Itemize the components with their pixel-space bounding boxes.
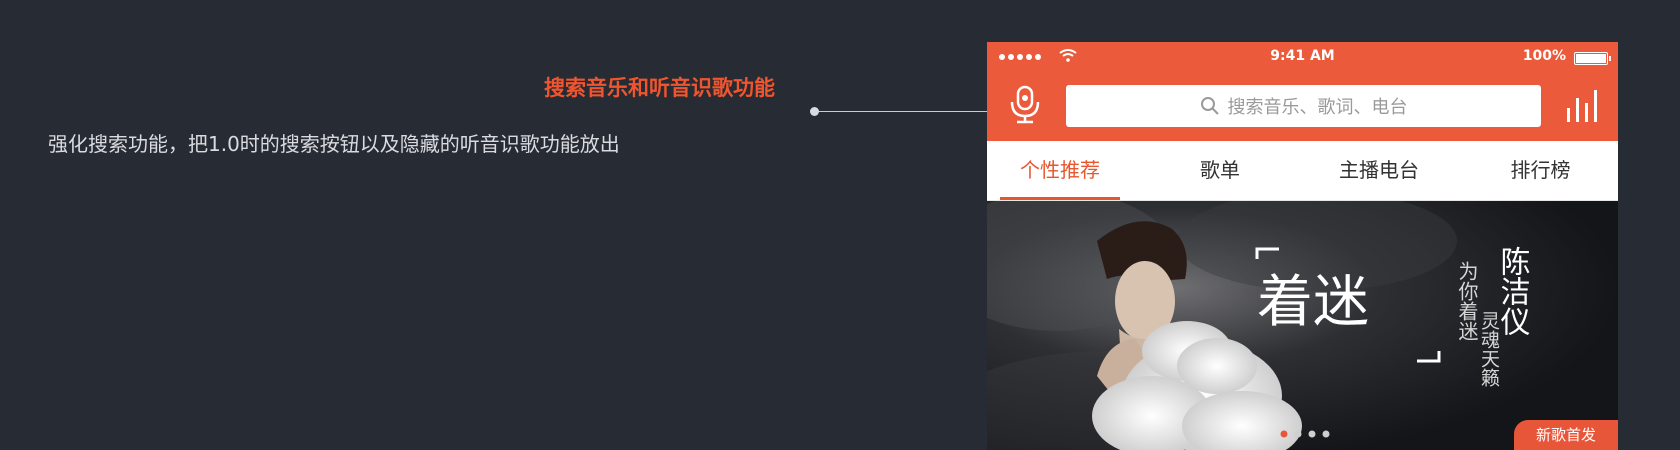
search-placeholder: 搜索音乐、歌词、电台	[1227, 97, 1408, 118]
tab-recommend[interactable]: 个性推荐	[987, 141, 1133, 200]
carousel-dot[interactable]	[1294, 430, 1302, 438]
banner-subtitle-right: 灵魂天籁	[1478, 311, 1500, 387]
carousel-dot[interactable]	[1322, 430, 1330, 438]
search-icon	[1200, 97, 1219, 115]
annotation-description: 强化搜索功能，把1.0时的搜索按钮以及隐藏的听音识歌功能放出	[48, 132, 620, 156]
equalizer-icon[interactable]	[1564, 88, 1604, 124]
app-header: 9:41 AM 100% 搜索音乐、歌词、电台	[987, 42, 1618, 141]
status-bar: 9:41 AM 100%	[987, 42, 1618, 72]
banner-album-title: 着迷	[1257, 270, 1369, 335]
tab-playlists[interactable]: 歌单	[1147, 141, 1293, 200]
carousel-dot[interactable]	[1308, 430, 1316, 438]
mic-icon[interactable]	[1007, 85, 1043, 125]
banner-subtitle-left: 为你着迷	[1455, 261, 1479, 341]
tab-active-indicator	[1000, 197, 1120, 200]
tab-bar: 个性推荐 歌单 主播电台 排行榜	[987, 141, 1618, 201]
new-release-badge: 新歌首发	[1514, 420, 1618, 450]
battery-icon	[1574, 52, 1611, 65]
annotation-pointer-dot	[810, 107, 819, 116]
phone-screen: 9:41 AM 100% 搜索音乐、歌词、电台 个性推荐 歌单 主播电台 排行榜…	[987, 42, 1618, 450]
battery-percent: 100%	[1522, 48, 1566, 64]
banner[interactable]: 着迷 为你着迷 陈洁仪 灵魂天籁 新歌首发	[987, 201, 1618, 450]
carousel-dot[interactable]	[1280, 430, 1288, 438]
banner-artwork: 着迷 为你着迷 陈洁仪 灵魂天籁	[987, 201, 1618, 450]
annotation-title: 搜索音乐和听音识歌功能	[544, 76, 775, 100]
search-input[interactable]: 搜索音乐、歌词、电台	[1066, 85, 1541, 127]
tab-radio[interactable]: 主播电台	[1299, 141, 1459, 200]
tab-charts[interactable]: 排行榜	[1463, 141, 1618, 200]
